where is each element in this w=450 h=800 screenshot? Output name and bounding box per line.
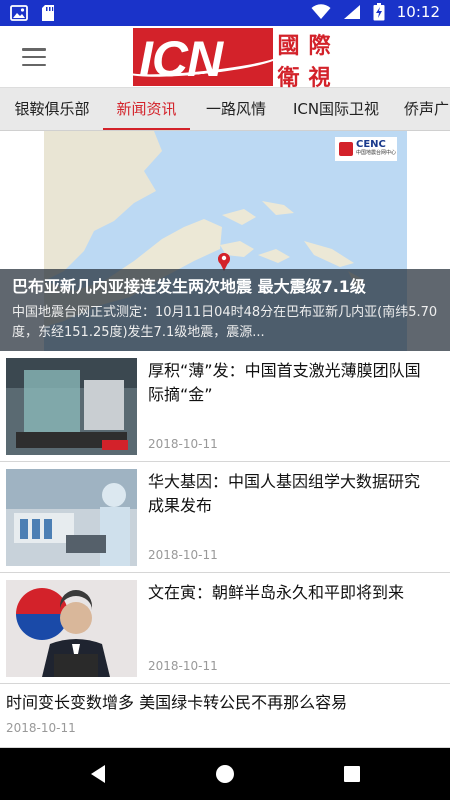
status-time: 10:12	[396, 3, 440, 21]
app-bar: ICN 國 際 衛 視	[0, 26, 450, 91]
photo-icon	[10, 5, 28, 21]
news-date: 2018-10-11	[6, 721, 76, 735]
news-text-item[interactable]: 时间变长变数增多 美国绿卡转公民不再那么容易 2018-10-11	[0, 684, 450, 748]
news-title: 时间变长变数增多 美国绿卡转公民不再那么容易	[6, 693, 348, 712]
home-icon[interactable]	[213, 762, 237, 786]
news-item[interactable]: 厚积“薄”发：中国首支激光薄膜团队国际摘“金” 2018-10-11	[0, 351, 450, 462]
icn-logo-mark: ICN	[133, 28, 273, 86]
hero-summary: 中国地震台网正式测定：10月11日04时48分在巴布亚新几内亚(南纬5.70度，…	[12, 305, 438, 340]
hamburger-icon[interactable]	[22, 48, 46, 66]
logo-letters: ICN	[139, 31, 223, 86]
recent-apps-icon[interactable]	[340, 762, 364, 786]
news-thumbnail	[6, 358, 137, 455]
hero-caption: 巴布亚新几内亚接连发生两次地震 最大震级7.1级 中国地震台网正式测定：10月1…	[0, 269, 450, 351]
news-date: 2018-10-11	[148, 437, 218, 451]
tab-icn-tv[interactable]: ICN国际卫视	[291, 88, 381, 130]
news-date: 2018-10-11	[148, 659, 218, 673]
logo-char: 國	[277, 33, 300, 59]
news-date: 2018-10-11	[148, 548, 218, 562]
tab-travel[interactable]: 一路风情	[204, 88, 268, 130]
sd-card-icon	[42, 5, 54, 21]
tab-overseas-voice[interactable]: 侨声广	[404, 88, 450, 130]
back-icon[interactable]	[87, 762, 111, 786]
system-nav-bar	[0, 748, 450, 800]
battery-charging-icon	[373, 3, 385, 21]
news-title: 华大基因：中国人基因组学大数据研究成果发布	[148, 472, 421, 515]
news-thumbnail	[6, 580, 137, 677]
news-list: 厚积“薄”发：中国首支激光薄膜团队国际摘“金” 2018-10-11 华大基因：…	[0, 351, 450, 748]
news-item[interactable]: 文在寅：朝鲜半岛永久和平即将到来 2018-10-11	[0, 573, 450, 684]
cenc-logo-icon	[339, 142, 353, 156]
cenc-label: CENC	[356, 139, 386, 150]
hero-article[interactable]: CENC 中国地震台网中心 巴布亚新几内亚接连发生两次地震 最大震级7.1级 中…	[0, 131, 450, 351]
status-bar: 10:12	[0, 0, 450, 26]
category-tabs: 银鞍俱乐部 新闻资讯 一路风情 ICN国际卫视 侨声广	[0, 88, 450, 131]
logo-char: 際	[308, 33, 331, 59]
news-thumbnail	[6, 469, 137, 566]
news-item[interactable]: 华大基因：中国人基因组学大数据研究成果发布 2018-10-11	[0, 462, 450, 573]
news-title: 厚积“薄”发：中国首支激光薄膜团队国际摘“金”	[148, 361, 421, 404]
tab-news[interactable]: 新闻资讯	[103, 88, 190, 130]
cenc-badge: CENC 中国地震台网中心	[335, 137, 397, 161]
icn-logo[interactable]: ICN 國 際 衛 視	[133, 28, 335, 91]
wifi-icon	[311, 4, 331, 19]
news-title: 文在寅：朝鲜半岛永久和平即将到来	[148, 583, 405, 602]
hero-title: 巴布亚新几内亚接连发生两次地震 最大震级7.1级	[12, 277, 366, 296]
logo-chinese-chars: 國 際 衛 視	[273, 28, 335, 91]
signal-icon	[343, 5, 360, 19]
cenc-sub-label: 中国地震台网中心	[356, 150, 397, 156]
tab-silver-saddle-club[interactable]: 银鞍俱乐部	[14, 88, 90, 130]
